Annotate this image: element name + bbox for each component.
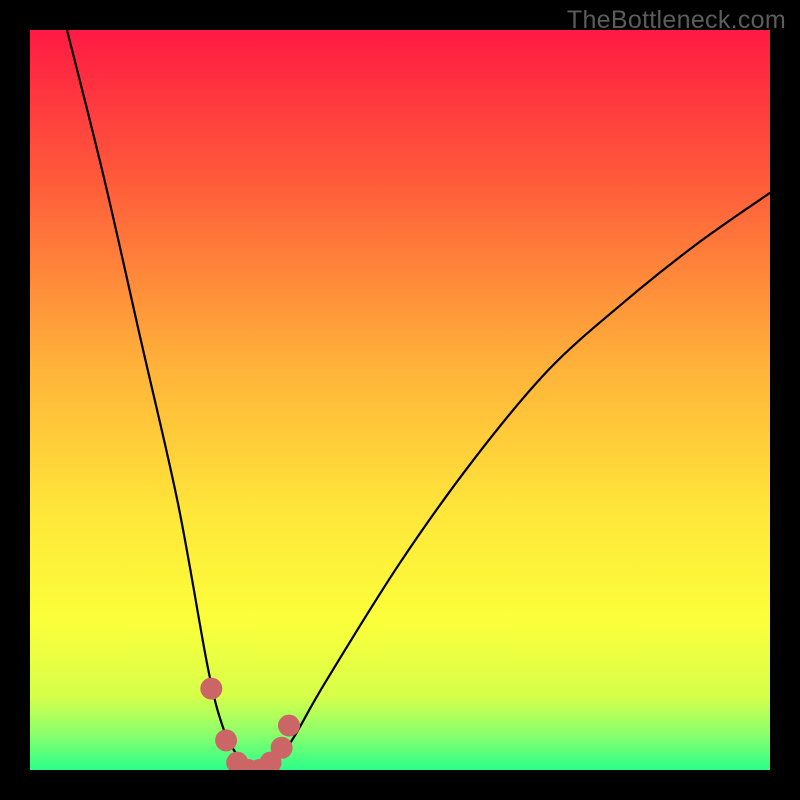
marker-dot	[200, 678, 222, 700]
gradient-background	[30, 30, 770, 770]
chart-frame: TheBottleneck.com	[0, 0, 800, 800]
marker-dot	[278, 715, 300, 737]
plot-area	[30, 30, 770, 770]
plot-svg	[30, 30, 770, 770]
marker-dot	[271, 737, 293, 759]
marker-dot	[215, 729, 237, 751]
